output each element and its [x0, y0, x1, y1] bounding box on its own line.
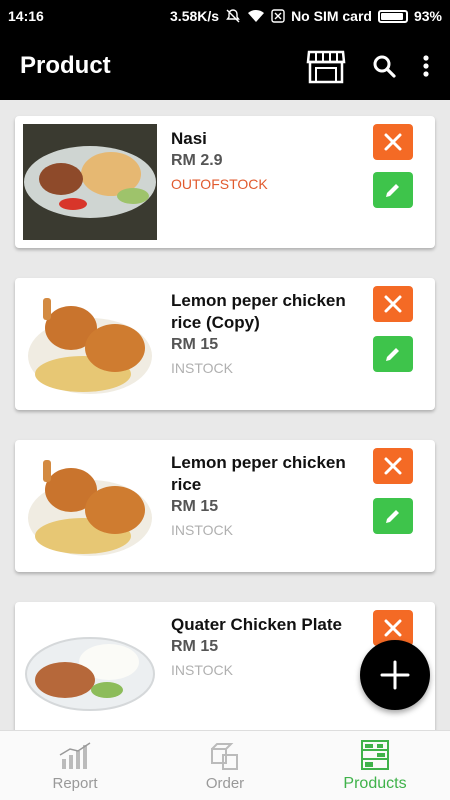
nav-item-order[interactable]: Order [150, 731, 300, 800]
product-name: Quater Chicken Plate [171, 615, 343, 634]
product-name: Nasi [171, 129, 207, 148]
product-list: Nasi RM 2.9 OUTOFSTOCK Lemon peper chick… [0, 100, 450, 730]
plus-icon [380, 660, 410, 690]
delete-button[interactable] [373, 286, 413, 322]
delete-button[interactable] [373, 124, 413, 160]
pencil-icon [386, 348, 399, 361]
pencil-icon [386, 510, 399, 523]
close-icon [384, 295, 402, 313]
edit-button[interactable] [373, 498, 413, 534]
report-chart-icon [58, 739, 92, 771]
delete-button[interactable] [373, 448, 413, 484]
product-price: RM 15 [171, 638, 219, 655]
stock-status: OUTOFSTOCK [171, 176, 268, 192]
product-image [23, 610, 157, 726]
product-card[interactable]: Nasi RM 2.9 OUTOFSTOCK [15, 116, 435, 248]
status-time: 14:16 [8, 8, 44, 24]
network-speed: 3.58K/s [170, 8, 220, 24]
product-price: RM 2.9 [171, 152, 223, 169]
nav-item-products[interactable]: Products [300, 731, 450, 800]
no-sim-icon [271, 9, 285, 23]
pencil-icon [386, 184, 399, 197]
edit-button[interactable] [373, 172, 413, 208]
nav-item-report[interactable]: Report [0, 731, 150, 800]
product-card[interactable]: Lemon peper chicken rice RM 15 INSTOCK [15, 440, 435, 572]
app-bar: Product [0, 32, 450, 100]
product-price: RM 15 [171, 498, 219, 515]
product-card[interactable]: Lemon peper chicken rice (Copy) RM 15 IN… [15, 278, 435, 410]
product-image [23, 286, 157, 402]
nav-label-order: Order [205, 775, 245, 792]
product-image [23, 124, 157, 240]
edit-button[interactable] [373, 336, 413, 372]
product-price: RM 15 [171, 336, 219, 353]
stock-status: INSTOCK [171, 662, 233, 678]
nav-label-report: Report [52, 775, 98, 792]
product-name: Lemon peper chicken rice (Copy) [171, 291, 346, 332]
nav-label-products: Products [343, 774, 407, 792]
order-boxes-icon [209, 739, 241, 771]
close-icon [384, 619, 402, 637]
search-icon[interactable] [372, 54, 396, 78]
wifi-icon [247, 9, 265, 23]
app-actions [306, 48, 430, 84]
status-right: 3.58K/s No SIM card 93% [170, 8, 442, 24]
battery-percent: 93% [413, 8, 442, 24]
page-title: Product [20, 52, 111, 79]
sim-status: No SIM card [291, 8, 372, 24]
product-name: Lemon peper chicken rice [171, 453, 346, 494]
product-image [23, 448, 157, 564]
products-shelf-icon [359, 739, 391, 771]
stock-status: INSTOCK [171, 360, 233, 376]
bottom-nav: Report Order Products [0, 730, 450, 800]
add-product-button[interactable] [360, 640, 430, 710]
close-icon [384, 133, 402, 151]
store-icon[interactable] [306, 48, 346, 84]
battery-icon [377, 9, 408, 23]
status-bar: 14:16 3.58K/s No SIM card 93% [0, 0, 450, 32]
stock-status: INSTOCK [171, 522, 233, 538]
close-icon [384, 457, 402, 475]
more-vert-icon[interactable] [422, 54, 430, 78]
bell-off-icon [225, 8, 241, 24]
